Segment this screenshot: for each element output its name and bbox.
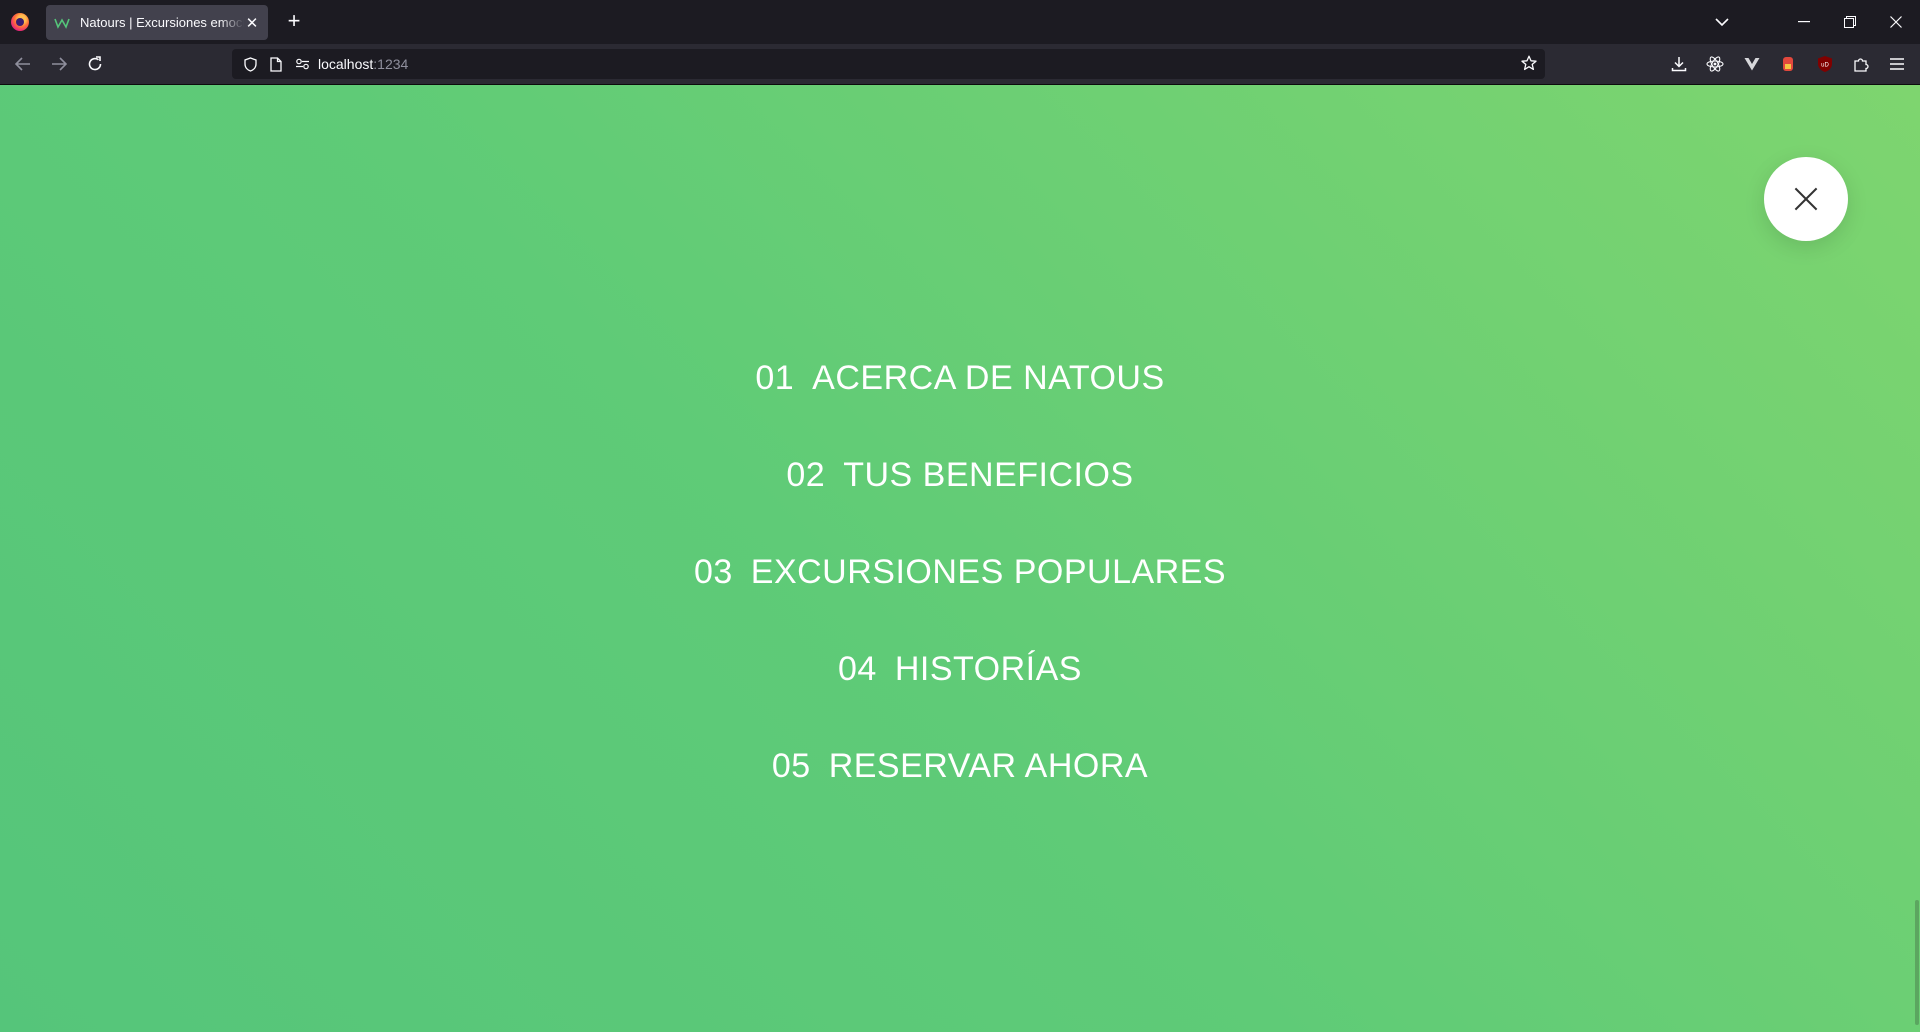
ublock-icon[interactable]: uD — [1814, 53, 1836, 75]
nav-number: 05 — [771, 747, 811, 785]
nav-label: Acerca de Natous — [812, 359, 1165, 397]
new-tab-button[interactable]: + — [281, 9, 307, 35]
url-bar[interactable]: localhost:1234 — [232, 49, 1545, 79]
nav-link-benefits[interactable]: 02 Tus beneficios — [786, 456, 1133, 495]
react-devtools-icon[interactable] — [1704, 53, 1726, 75]
url-port: :1234 — [373, 56, 409, 72]
extensions-icon[interactable] — [1850, 53, 1872, 75]
tab-title: Natours | Excursiones emocionantes — [80, 15, 244, 30]
download-icon[interactable] — [1668, 53, 1690, 75]
nav-item: 01 Acerca de Natous — [0, 330, 1920, 427]
menu-icon[interactable] — [1886, 53, 1908, 75]
forward-icon[interactable] — [45, 50, 73, 78]
tab-strip: Natours | Excursiones emocionantes ✕ + — [0, 0, 1920, 44]
navigation-list: 01 Acerca de Natous 02 Tus beneficios 03 Ex… — [0, 330, 1920, 815]
nav-link-about[interactable]: 01 Acerca de Natous — [755, 359, 1164, 398]
natours-logo-icon — [54, 15, 70, 31]
permissions-icon[interactable] — [294, 56, 310, 72]
nav-number: 04 — [838, 650, 877, 688]
close-navigation-button[interactable] — [1764, 157, 1848, 241]
svg-text:uD: uD — [1821, 63, 1829, 69]
nav-link-stories[interactable]: 04 Historías — [838, 650, 1082, 689]
url-text: localhost:1234 — [318, 56, 408, 72]
nav-number: 01 — [755, 359, 795, 397]
nav-link-book[interactable]: 05 Reservar ahora — [772, 747, 1148, 786]
back-icon[interactable] — [9, 50, 37, 78]
nav-item: 02 Tus beneficios — [0, 427, 1920, 524]
nav-toolbar: localhost:1234 uD — [0, 44, 1920, 85]
star-icon[interactable] — [1521, 55, 1537, 76]
scrollbar[interactable] — [1915, 900, 1919, 1025]
nav-number: 03 — [693, 553, 733, 591]
page-icon[interactable] — [268, 56, 284, 72]
url-host: localhost — [318, 56, 374, 72]
restore-icon[interactable] — [1827, 0, 1873, 44]
nav-number: 02 — [786, 456, 826, 494]
nav-item: 05 Reservar ahora — [0, 718, 1920, 815]
navigation-overlay: 01 Acerca de Natous 02 Tus beneficios 03 Ex… — [0, 85, 1920, 1032]
tab-close-icon[interactable]: ✕ — [244, 14, 260, 32]
list-all-tabs-icon[interactable] — [1699, 0, 1745, 44]
reload-icon[interactable] — [81, 50, 109, 78]
nav-label: Historías — [894, 650, 1082, 688]
nav-link-tours[interactable]: 03 Excursiones populares — [694, 553, 1226, 592]
extension-icon[interactable] — [1777, 53, 1799, 75]
nav-label: Reservar ahora — [828, 747, 1149, 785]
window-close-icon[interactable] — [1873, 0, 1919, 44]
nav-item: 04 Historías — [0, 621, 1920, 718]
firefox-logo-icon[interactable] — [11, 13, 29, 31]
tab-active[interactable]: Natours | Excursiones emocionantes ✕ — [46, 5, 268, 40]
minimize-icon[interactable] — [1781, 0, 1827, 44]
vue-devtools-icon[interactable] — [1741, 53, 1763, 75]
shield-icon[interactable] — [242, 56, 258, 72]
nav-item: 03 Excursiones populares — [0, 524, 1920, 621]
nav-label: Tus beneficios — [843, 456, 1134, 494]
nav-label: Excursiones populares — [750, 553, 1227, 591]
